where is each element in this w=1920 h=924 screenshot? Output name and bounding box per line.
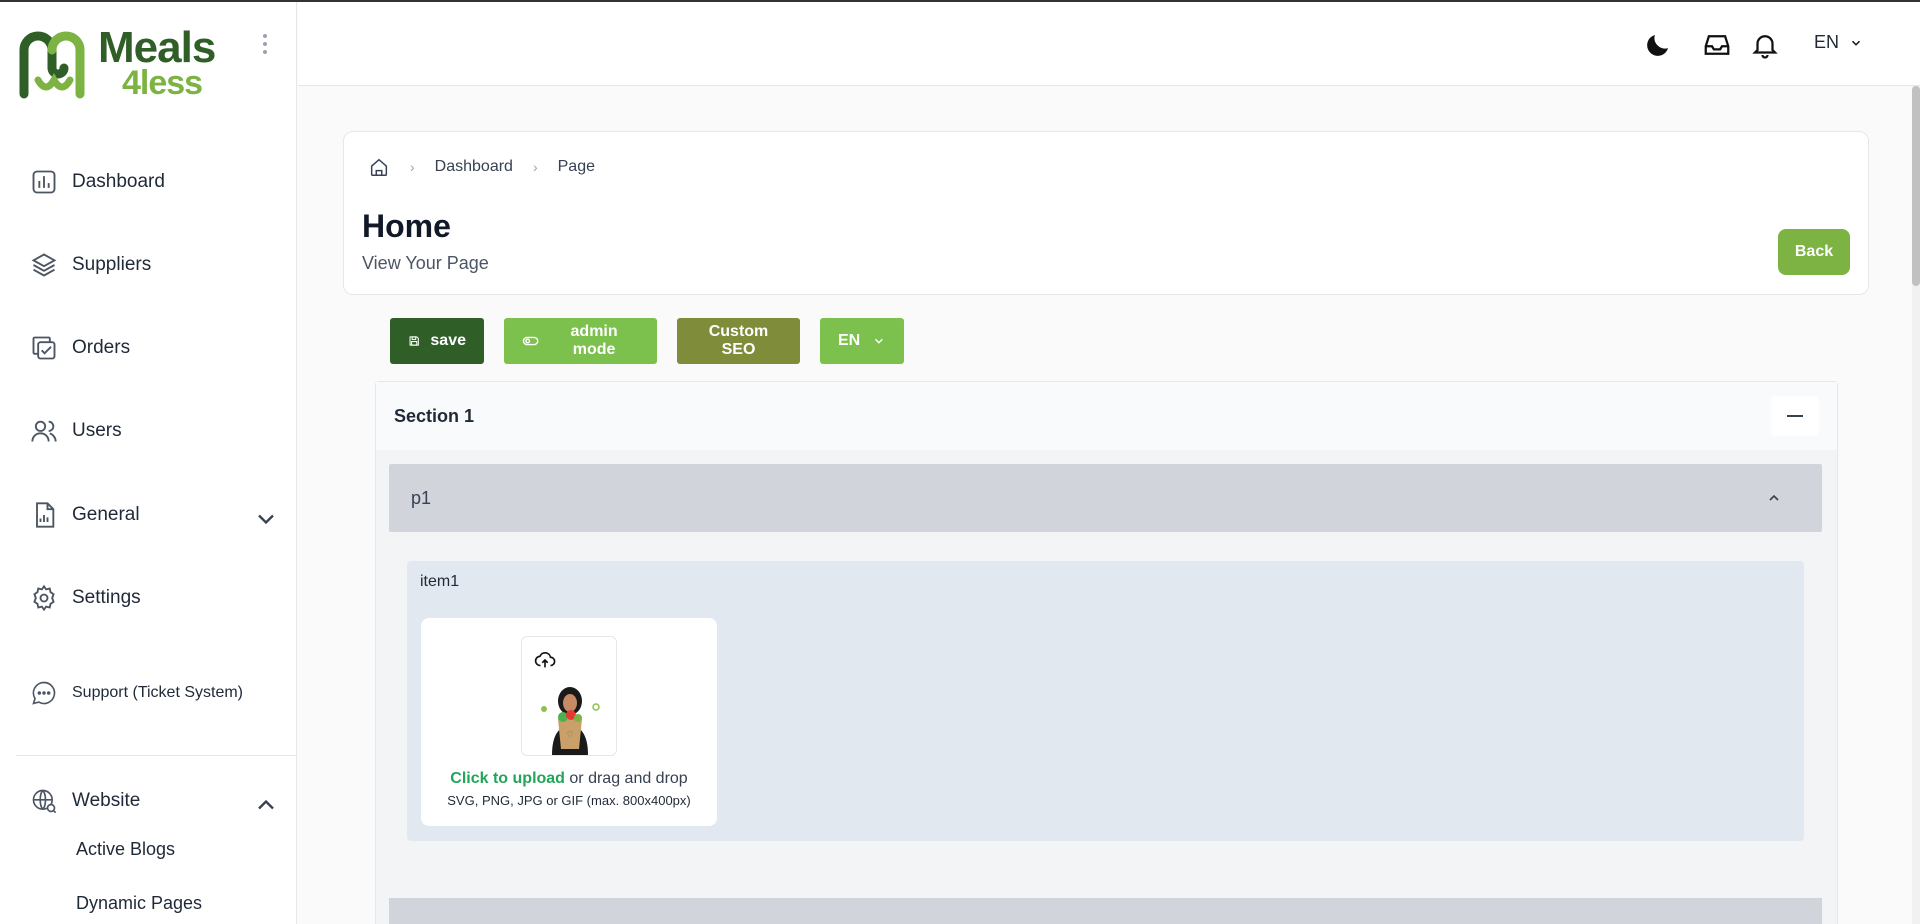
scrollbar-thumb[interactable] (1912, 86, 1920, 286)
sidebar-item-label: Settings (72, 587, 141, 608)
custom-seo-label: Custom SEO (708, 323, 769, 358)
notification-bell-icon[interactable] (1750, 30, 1780, 60)
content-language-select[interactable]: EN (820, 318, 904, 364)
image-upload-dropzone[interactable]: ♡ Click to upload or drag and drop SVG, … (421, 618, 717, 826)
custom-seo-button[interactable]: Custom SEO (677, 318, 800, 364)
sidebar-item-label: Suppliers (72, 254, 152, 275)
sidebar-item-label: Users (72, 420, 122, 441)
upload-format-hint: SVG, PNG, JPG or GIF (max. 800x400px) (447, 793, 691, 808)
logo-text-4less: 4less (122, 64, 203, 102)
sidebar-item-label: General (72, 504, 140, 525)
brand-logo[interactable]: Meals 4less (18, 26, 228, 104)
breadcrumb: › Dashboard › Page (368, 156, 595, 178)
top-header: EN (298, 2, 1920, 86)
layers-icon (31, 253, 57, 277)
panel-title: p1 (411, 488, 432, 508)
section-title: Section 1 (394, 406, 475, 426)
logo-mark-icon (19, 31, 85, 99)
sidebar-item-settings[interactable]: Settings (30, 580, 280, 616)
page-subtitle: View Your Page (362, 253, 489, 273)
admin-mode-label: admin mode (570, 323, 618, 358)
panel-body: item1 ♡ Click to upload or drag and drop… (389, 532, 1822, 897)
save-button[interactable]: save (390, 318, 484, 364)
toggle-icon (522, 336, 539, 346)
sidebar-item-dashboard[interactable]: Dashboard (30, 164, 280, 200)
section-collapse-button[interactable] (1771, 396, 1819, 436)
chevron-up-icon (258, 799, 274, 810)
woman-with-grocery-bag-image: ♡ (541, 687, 600, 755)
chevron-down-icon (875, 338, 884, 344)
item-title: item1 (420, 573, 460, 590)
save-label: save (430, 332, 466, 349)
breadcrumb-current-page: Page (557, 158, 595, 175)
minus-icon (1787, 415, 1803, 417)
item-card: item1 ♡ Click to upload or drag and drop… (407, 561, 1804, 841)
breadcrumb-separator-icon: › (532, 159, 538, 175)
report-file-icon (36, 502, 55, 528)
content-language-label: EN (838, 332, 861, 349)
bar-chart-icon (32, 170, 56, 194)
window-top-border (0, 0, 1920, 2)
sidebar-menu-kebab-icon[interactable] (259, 34, 271, 54)
breadcrumb-dashboard[interactable]: Dashboard (435, 158, 513, 176)
floppy-disk-icon (409, 336, 419, 346)
language-value: EN (1814, 32, 1840, 52)
upload-instructions: Click to upload or drag and drop (421, 770, 717, 788)
click-to-upload-link[interactable]: Click to upload (450, 770, 565, 787)
section-header: Section 1 (376, 382, 1837, 450)
breadcrumb-separator-icon: › (410, 159, 415, 175)
sidebar-divider (16, 755, 297, 756)
sidebar-subitem-dynamic-pages[interactable]: Dynamic Pages (76, 893, 202, 914)
page-header-card: › Dashboard › Page Home View Your Page B… (343, 131, 1869, 295)
sidebar-item-orders[interactable]: Orders (30, 330, 280, 366)
sidebar-item-support[interactable]: Support (Ticket System) (30, 675, 280, 711)
home-icon[interactable] (368, 156, 390, 178)
sidebar-item-suppliers[interactable]: Suppliers (30, 247, 280, 283)
globe-search-icon (32, 789, 57, 814)
inbox-icon[interactable] (1702, 30, 1732, 60)
sidebar-item-general[interactable]: General (30, 497, 280, 533)
panel-header-p1[interactable]: p1 (389, 464, 1822, 532)
chat-bubble-icon (32, 681, 56, 705)
panel-header-next[interactable] (389, 898, 1822, 924)
sidebar: Meals 4less Dashboard Suppliers Orders U… (0, 0, 297, 924)
cloud-upload-icon (534, 651, 556, 668)
sidebar-item-users[interactable]: Users (30, 413, 280, 449)
svg-text:♡: ♡ (566, 730, 573, 739)
chevron-up-icon (1769, 494, 1779, 501)
chevron-down-icon (1852, 40, 1861, 46)
users-icon (31, 420, 57, 442)
language-select[interactable]: EN (1814, 32, 1863, 53)
editor-toolbar: save admin mode Custom SEO EN (390, 318, 904, 364)
sidebar-item-label: Support (Ticket System) (72, 684, 244, 701)
page-title: Home (362, 208, 451, 244)
sidebar-subitem-active-blogs[interactable]: Active Blogs (76, 839, 175, 860)
upload-drag-text: or drag and drop (564, 770, 688, 787)
sidebar-item-website[interactable]: Website (30, 783, 280, 819)
dark-mode-moon-icon[interactable] (1643, 30, 1673, 60)
admin-mode-button[interactable]: admin mode (504, 318, 657, 364)
image-preview[interactable]: ♡ (521, 636, 617, 756)
sidebar-item-label: Dashboard (72, 171, 165, 192)
chevron-down-icon (258, 514, 274, 525)
sidebar-item-label: Orders (72, 337, 131, 358)
clipboard-check-icon (32, 336, 56, 360)
sidebar-item-label: Website (72, 790, 141, 811)
gear-icon (33, 584, 55, 612)
back-button[interactable]: Back (1778, 229, 1850, 275)
page-section: Section 1 p1 item1 ♡ Click to upload or … (375, 381, 1838, 924)
